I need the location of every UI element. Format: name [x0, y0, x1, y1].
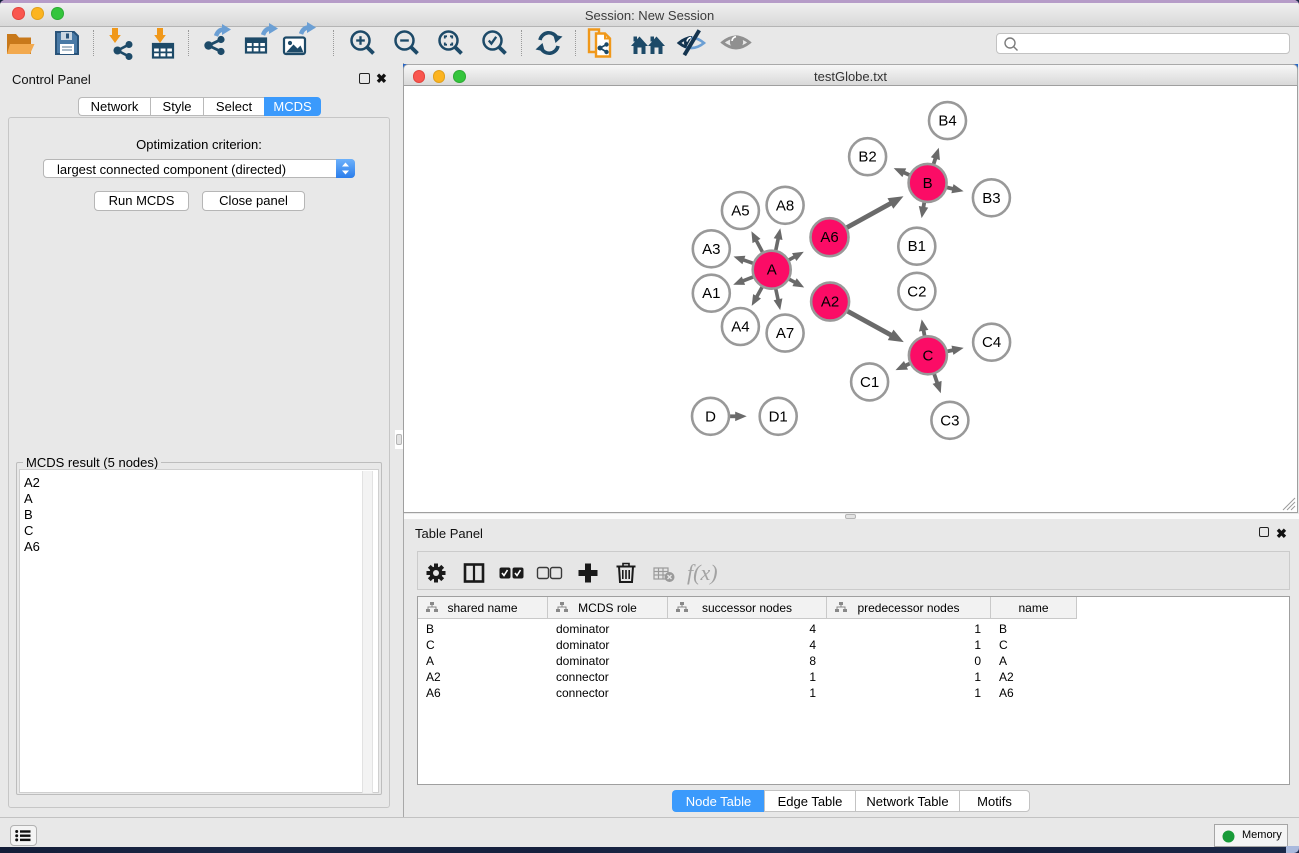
svg-text:C4: C4 [982, 334, 1001, 351]
svg-text:B1: B1 [908, 238, 926, 255]
svg-text:B4: B4 [938, 113, 956, 130]
svg-text:A5: A5 [731, 203, 749, 220]
svg-text:C1: C1 [860, 374, 879, 391]
svg-text:C: C [922, 347, 933, 364]
svg-text:B2: B2 [858, 149, 876, 166]
svg-text:D1: D1 [769, 408, 788, 425]
svg-text:A8: A8 [776, 197, 794, 214]
svg-text:A4: A4 [731, 319, 749, 336]
svg-text:A7: A7 [776, 325, 794, 342]
svg-text:B3: B3 [982, 190, 1000, 207]
svg-text:C3: C3 [940, 412, 959, 429]
svg-text:f(x): f(x) [687, 560, 718, 585]
svg-text:A1: A1 [702, 285, 720, 302]
svg-text:D: D [705, 408, 716, 425]
svg-text:A3: A3 [702, 241, 720, 258]
svg-text:A: A [767, 262, 777, 279]
svg-text:A2: A2 [821, 294, 839, 311]
svg-text:B: B [923, 175, 933, 192]
svg-text:A6: A6 [820, 229, 838, 246]
svg-text:C2: C2 [907, 283, 926, 300]
